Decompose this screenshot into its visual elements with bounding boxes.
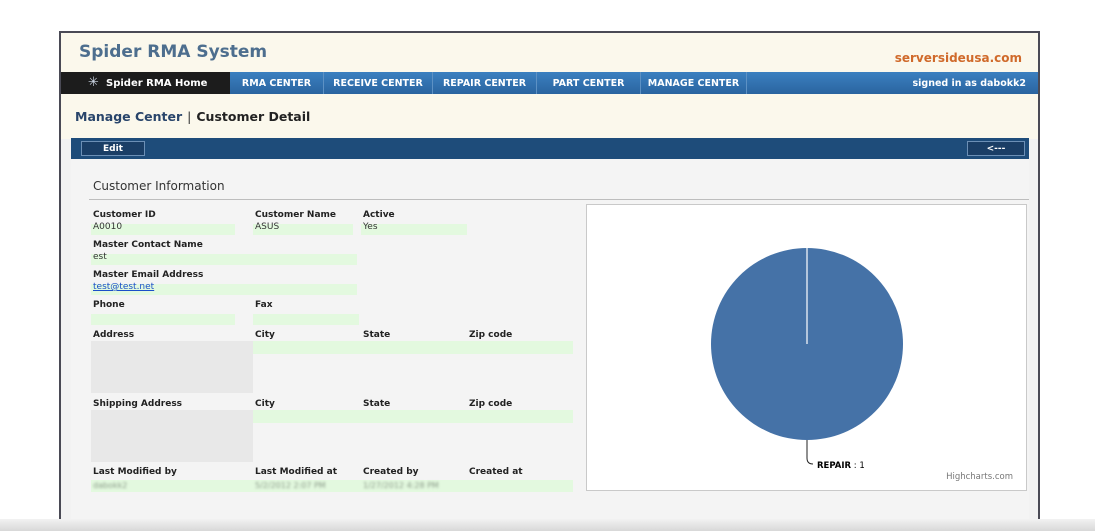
bottom-shadow <box>0 519 1095 531</box>
fax-label: Fax <box>255 300 273 310</box>
section-title: Customer Information <box>93 179 225 193</box>
master-contact-label: Master Contact Name <box>93 240 203 250</box>
customer-id-label: Customer ID <box>93 210 156 220</box>
created-by-label: Created by <box>363 467 419 477</box>
last-modified-by-value: dabokk2 <box>93 481 128 490</box>
chart-credit[interactable]: Highcharts.com <box>946 472 1013 482</box>
master-contact-value: est <box>93 252 107 262</box>
state-label: State <box>363 330 391 340</box>
created-by-value: 1/27/2012 4:28 PM <box>363 481 439 490</box>
main-nav: ✳ Spider RMA Home RMA CENTER RECEIVE CEN… <box>61 72 1038 94</box>
city-label: City <box>255 330 275 340</box>
breadcrumb-bar: Manage Center | Customer Detail <box>61 94 1038 139</box>
back-button[interactable]: <--- <box>967 141 1025 156</box>
master-email-value[interactable]: test@test.net <box>93 282 154 292</box>
app-window: Spider RMA System serversideusa.com ✳ Sp… <box>59 31 1040 531</box>
nav-repair-center[interactable]: REPAIR CENTER <box>433 72 537 94</box>
breadcrumb-separator: | <box>187 109 192 124</box>
page-title: Customer Detail <box>196 109 311 124</box>
spider-icon: ✳ <box>88 75 99 90</box>
section-divider <box>89 199 1029 200</box>
audit-box <box>91 480 573 492</box>
active-value: Yes <box>363 222 378 232</box>
shipping-state-label: State <box>363 399 391 409</box>
created-at-label: Created at <box>469 467 523 477</box>
edit-button[interactable]: Edit <box>81 141 145 156</box>
shipping-address-box <box>91 410 253 462</box>
customer-detail-panel: Customer Information Customer ID A0010 C… <box>71 159 1029 531</box>
last-modified-at-label: Last Modified at <box>255 467 337 477</box>
customer-name-label: Customer Name <box>255 210 336 220</box>
pie-label-name: REPAIR <box>817 461 852 471</box>
toolbar: Edit <--- <box>71 138 1029 159</box>
nav-part-center[interactable]: PART CENTER <box>537 72 641 94</box>
last-modified-at-value: 5/2/2012 2:07 PM <box>255 481 326 490</box>
customer-name-value: ASUS <box>255 222 280 232</box>
master-email-label: Master Email Address <box>93 270 204 280</box>
active-label: Active <box>363 210 395 220</box>
phone-label: Phone <box>93 300 125 310</box>
pie-label-connector <box>806 440 814 465</box>
shipping-city-state-zip-box <box>253 410 573 423</box>
nav-receive-center[interactable]: RECEIVE CENTER <box>324 72 433 94</box>
master-email-link[interactable]: test@test.net <box>93 282 154 292</box>
city-state-zip-box <box>253 341 573 354</box>
fax-box <box>253 314 359 325</box>
header: Spider RMA System serversideusa.com <box>61 33 1038 72</box>
signed-in-user: signed in as dabokk2 <box>747 72 1038 94</box>
zip-label: Zip code <box>469 330 513 340</box>
customer-id-value: A0010 <box>93 222 123 232</box>
shipping-zip-label: Zip code <box>469 399 513 409</box>
master-contact-box <box>91 254 357 265</box>
nav-rma-center[interactable]: RMA CENTER <box>230 72 324 94</box>
address-label: Address <box>93 330 135 340</box>
app-title: Spider RMA System <box>79 42 268 62</box>
pie-chart-svg <box>711 248 903 465</box>
last-modified-by-label: Last Modified by <box>93 467 177 477</box>
pie-label-value: 1 <box>859 461 865 471</box>
breadcrumb: Manage Center | Customer Detail <box>75 109 310 124</box>
pie-data-label: REPAIR : 1 <box>817 461 865 471</box>
shipping-address-label: Shipping Address <box>93 399 183 409</box>
customer-pie-chart: REPAIR : 1 Highcharts.com <box>586 204 1027 491</box>
site-name: serversideusa.com <box>894 51 1022 65</box>
nav-manage-center[interactable]: MANAGE CENTER <box>641 72 747 94</box>
breadcrumb-parent[interactable]: Manage Center <box>75 109 182 124</box>
phone-box <box>91 314 235 325</box>
address-box <box>91 341 253 393</box>
shipping-city-label: City <box>255 399 275 409</box>
nav-home-label: Spider RMA Home <box>106 77 208 89</box>
nav-home[interactable]: ✳ Spider RMA Home <box>61 72 230 94</box>
